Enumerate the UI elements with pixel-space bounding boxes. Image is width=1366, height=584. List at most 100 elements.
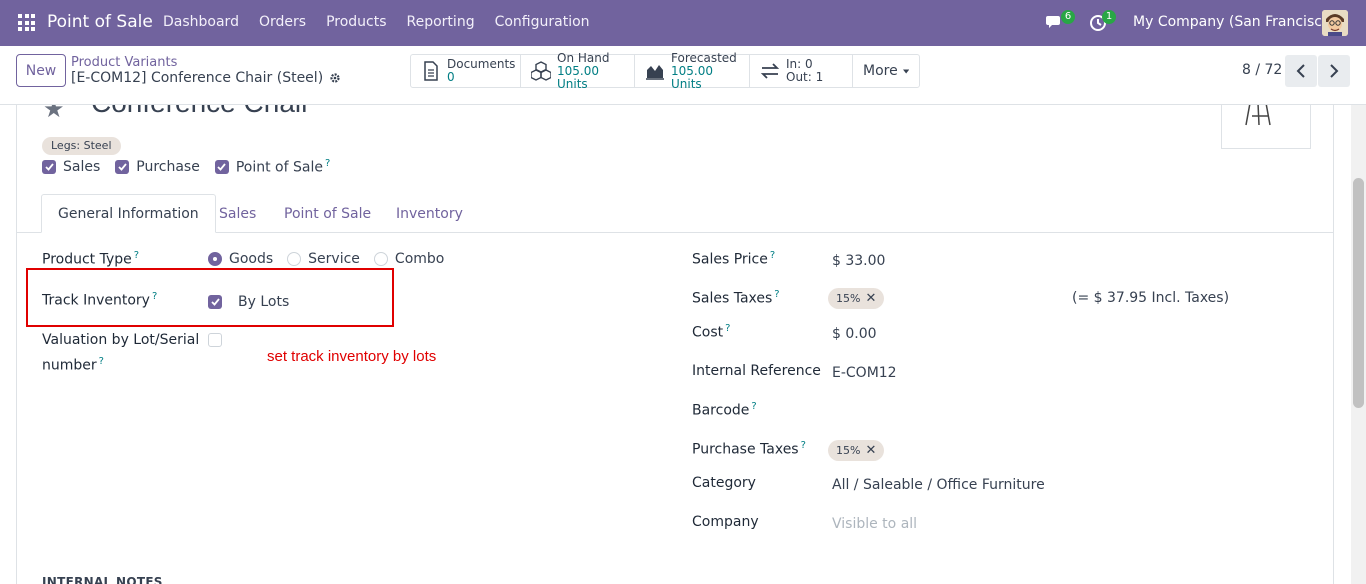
tab-point-of-sale[interactable]: Point of Sale bbox=[284, 194, 371, 233]
forecasted-button[interactable]: Forecasted 105.00 Units bbox=[635, 51, 750, 90]
control-panel: New Product Variants [E-COM12] Conferenc… bbox=[0, 46, 1366, 105]
help-tooltip-icon[interactable]: ? bbox=[770, 250, 775, 261]
breadcrumb[interactable]: Product Variants bbox=[71, 55, 177, 70]
tracking-method-select[interactable]: By Lots bbox=[238, 294, 289, 310]
company-input[interactable]: Visible to all bbox=[832, 516, 917, 532]
sales-checkbox[interactable] bbox=[42, 159, 56, 174]
menu-reporting[interactable]: Reporting bbox=[407, 14, 475, 30]
sales-price-label: Sales Price? bbox=[692, 250, 775, 268]
check-icon bbox=[210, 298, 220, 306]
help-tooltip-icon[interactable]: ? bbox=[99, 356, 104, 367]
pager-value[interactable]: 8 / 72 bbox=[1242, 62, 1282, 78]
user-avatar[interactable] bbox=[1322, 10, 1348, 36]
purchase-checkbox-label: Purchase bbox=[136, 158, 200, 175]
point-of-sale-checkbox-label: Point of Sale? bbox=[236, 158, 330, 176]
radio-combo-label: Combo bbox=[394, 251, 445, 267]
check-icon bbox=[217, 163, 227, 171]
sales-taxes-label: Sales Taxes? bbox=[692, 289, 780, 307]
document-icon bbox=[424, 61, 438, 81]
check-icon bbox=[44, 163, 54, 171]
sales-price-input[interactable]: $ 33.00 bbox=[832, 253, 885, 269]
radio-combo[interactable] bbox=[373, 252, 388, 266]
check-icon bbox=[118, 163, 127, 171]
menu-orders[interactable]: Orders bbox=[259, 14, 306, 30]
top-navbar: Point of Sale Dashboard Orders Products … bbox=[0, 0, 1366, 46]
scrollbar-thumb[interactable] bbox=[1353, 178, 1364, 408]
purchase-checkbox[interactable] bbox=[115, 159, 130, 174]
pager-previous-button[interactable] bbox=[1285, 55, 1317, 87]
internal-reference-label: Internal Reference bbox=[692, 363, 821, 379]
sales-tax-tag[interactable]: 15% ✕ bbox=[828, 288, 885, 309]
exchange-arrows-icon bbox=[760, 63, 780, 79]
product-type-radio: Goods Service Combo bbox=[208, 251, 458, 267]
more-label: More bbox=[863, 63, 898, 79]
tab-inventory[interactable]: Inventory bbox=[396, 194, 463, 233]
track-inventory-checkbox[interactable] bbox=[208, 295, 222, 309]
chat-badge: 6 bbox=[1061, 10, 1075, 24]
favorite-star-icon[interactable]: ★ bbox=[43, 105, 65, 123]
remove-tag-icon[interactable]: ✕ bbox=[865, 288, 876, 309]
track-inventory-label: Track Inventory? bbox=[42, 291, 157, 309]
more-button[interactable]: More bbox=[853, 55, 919, 87]
app-name[interactable]: Point of Sale bbox=[47, 12, 153, 32]
new-button[interactable]: New bbox=[16, 54, 66, 87]
point-of-sale-checkbox[interactable] bbox=[214, 159, 229, 174]
remove-tag-icon[interactable]: ✕ bbox=[865, 440, 876, 461]
smart-buttons: Documents 0 On Hand 105.00 Units Forecas… bbox=[410, 50, 920, 90]
cost-label-text: Cost bbox=[692, 324, 724, 341]
radio-goods-label: Goods bbox=[229, 251, 274, 267]
purchase-taxes-label: Purchase Taxes? bbox=[692, 440, 806, 458]
point-of-sale-label-text: Point of Sale bbox=[235, 159, 323, 176]
help-tooltip-icon[interactable]: ? bbox=[325, 158, 330, 169]
menu-dashboard[interactable]: Dashboard bbox=[163, 14, 239, 30]
help-tooltip-icon[interactable]: ? bbox=[774, 289, 779, 300]
record-title: [E-COM12] Conference Chair (Steel) bbox=[71, 70, 324, 86]
on-hand-button[interactable]: On Hand 105.00 Units bbox=[521, 50, 635, 90]
tab-sales[interactable]: Sales bbox=[219, 194, 256, 233]
menu-products[interactable]: Products bbox=[326, 14, 386, 30]
documents-button[interactable]: Documents 0 bbox=[411, 55, 521, 87]
company-label: Company bbox=[692, 514, 759, 530]
sales-taxes-incl: (= $ 37.95 Incl. Taxes) bbox=[1072, 290, 1230, 306]
tab-general-information[interactable]: General Information bbox=[41, 194, 216, 233]
purchase-tax-tag[interactable]: 15% ✕ bbox=[828, 440, 885, 461]
track-inventory-label-text: Track Inventory bbox=[42, 292, 150, 309]
apps-menu-icon[interactable] bbox=[18, 14, 35, 31]
help-tooltip-icon[interactable]: ? bbox=[751, 401, 756, 412]
pager-next-button[interactable] bbox=[1318, 55, 1350, 87]
activity-badge: 1 bbox=[1102, 10, 1116, 24]
cost-input[interactable]: $ 0.00 bbox=[832, 326, 877, 342]
annotation-text: set track inventory by lots bbox=[267, 348, 437, 365]
product-flags: Sales Purchase Point of Sale? bbox=[42, 158, 345, 176]
menu-configuration[interactable]: Configuration bbox=[495, 14, 590, 30]
product-image[interactable] bbox=[1221, 105, 1311, 149]
valuation-lot-serial-label: Valuation by Lot/Serial number? bbox=[42, 330, 199, 377]
purchase-tax-tag-label: 15% bbox=[836, 444, 861, 457]
form-sheet: ★ Conference Chair Legs: Steel Sales Pur… bbox=[16, 105, 1334, 584]
sales-price-label-text: Sales Price bbox=[692, 251, 768, 268]
company-switcher[interactable]: My Company (San Francisco) bbox=[1133, 14, 1336, 30]
radio-service[interactable] bbox=[287, 252, 302, 266]
gear-icon[interactable] bbox=[329, 72, 341, 84]
valuation-label-line2: number bbox=[42, 357, 97, 374]
valuation-label-line1: Valuation by Lot/Serial bbox=[42, 332, 200, 348]
on-hand-label: On Hand bbox=[557, 50, 610, 65]
barcode-label-text: Barcode bbox=[692, 402, 750, 419]
help-tooltip-icon[interactable]: ? bbox=[801, 440, 806, 451]
product-type-label: Product Type? bbox=[42, 250, 139, 268]
help-tooltip-icon[interactable]: ? bbox=[725, 323, 730, 334]
product-title[interactable]: Conference Chair bbox=[91, 105, 310, 119]
help-tooltip-icon[interactable]: ? bbox=[152, 291, 157, 302]
valuation-lot-serial-checkbox[interactable] bbox=[208, 333, 222, 347]
radio-goods[interactable] bbox=[208, 252, 222, 266]
barcode-input[interactable] bbox=[832, 401, 1132, 421]
help-tooltip-icon[interactable]: ? bbox=[134, 250, 139, 261]
internal-notes-heading: INTERNAL NOTES bbox=[42, 575, 163, 584]
caret-down-icon bbox=[902, 69, 909, 73]
category-input[interactable]: All / Saleable / Office Furniture bbox=[832, 477, 1045, 493]
sales-taxes-label-text: Sales Taxes bbox=[692, 290, 773, 307]
out-label: Out: 1 bbox=[786, 70, 824, 84]
in-out-button[interactable]: In: 0 Out: 1 bbox=[750, 55, 853, 87]
cubes-icon bbox=[531, 61, 551, 81]
internal-reference-input[interactable]: E-COM12 bbox=[832, 365, 897, 381]
